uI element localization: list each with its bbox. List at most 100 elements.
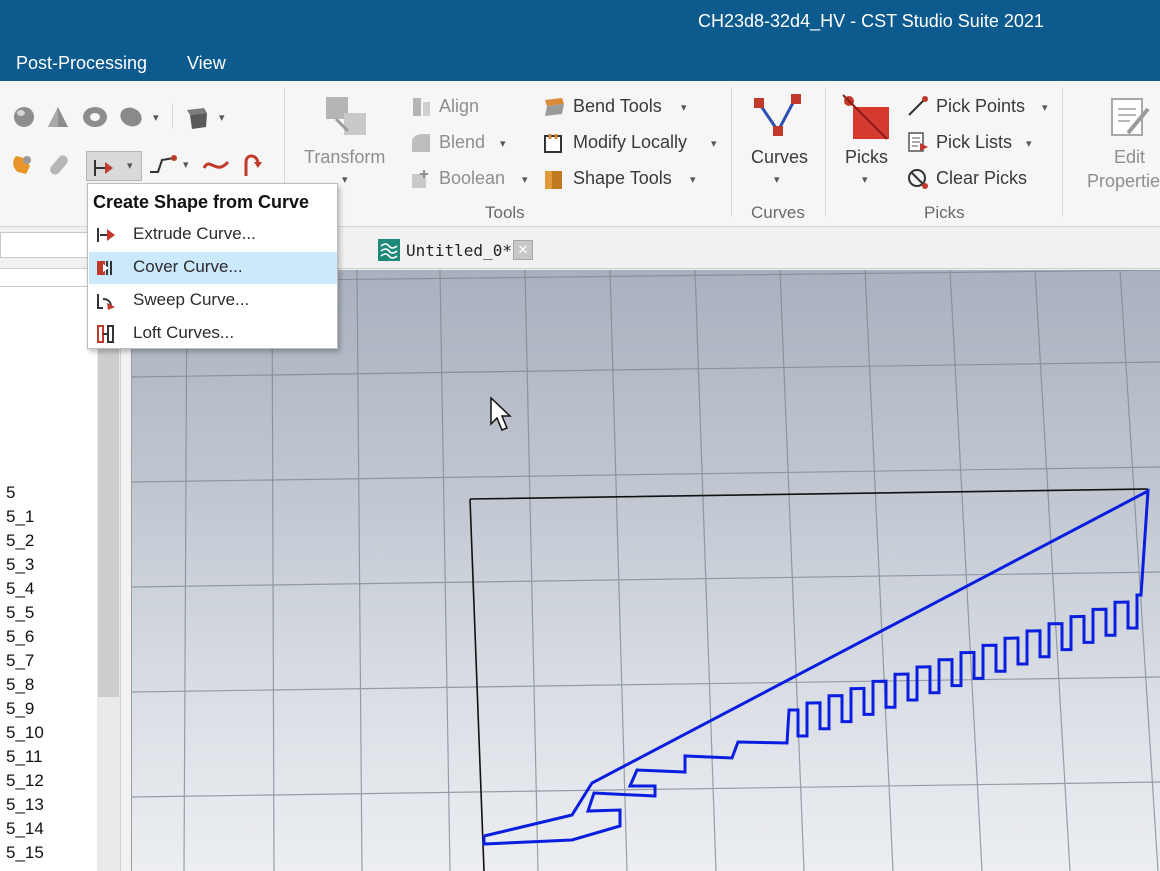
divider	[172, 103, 173, 129]
pick-points-dropdown-icon[interactable]: ▾	[1042, 101, 1048, 114]
cylinder-tool-icon[interactable]	[46, 152, 72, 183]
curve-tool-dropdown-icon[interactable]: ▾	[183, 158, 189, 171]
torus-icon[interactable]	[82, 105, 108, 134]
transform-label[interactable]: Transform	[304, 147, 385, 168]
blend-label[interactable]: Blend	[439, 132, 485, 153]
spline-icon[interactable]	[201, 152, 231, 183]
tree-item[interactable]: 5_13	[6, 795, 44, 815]
tree-scrollbar[interactable]	[97, 287, 120, 871]
tree-item[interactable]: 5_14	[6, 819, 44, 839]
blend-icon[interactable]	[410, 132, 432, 159]
cone-icon[interactable]	[46, 105, 70, 134]
tree-item[interactable]: 5_8	[6, 675, 34, 695]
extrude-shape-icon[interactable]	[184, 105, 210, 136]
tree-item[interactable]: 5_6	[6, 627, 34, 647]
grid-line	[694, 270, 717, 871]
pick-lists-label[interactable]: Pick Lists	[936, 132, 1012, 153]
pick-points-label[interactable]: Pick Points	[936, 96, 1025, 117]
tree-item[interactable]: 5_2	[6, 531, 34, 551]
curves-button-label[interactable]: Curves	[751, 147, 808, 168]
shape-from-curve-button[interactable]: ▾	[86, 151, 142, 181]
grid-line	[132, 571, 1160, 588]
align-label[interactable]: Align	[439, 96, 479, 117]
menu-item-label: Cover Curve...	[133, 257, 243, 276]
menu-header: Create Shape from Curve	[93, 192, 310, 212]
curves-icon[interactable]	[751, 91, 805, 144]
modify-locally-dropdown-icon[interactable]: ▾	[711, 137, 717, 150]
menu-item-label: Loft Curves...	[133, 323, 235, 342]
transform-dropdown-icon[interactable]: ▾	[342, 173, 348, 186]
curves-dropdown-icon[interactable]: ▾	[774, 173, 780, 186]
grid-line	[524, 270, 539, 871]
grid-line	[1034, 270, 1071, 871]
menu-item-extrude-curve[interactable]: Extrude Curve...	[89, 219, 337, 251]
shape-from-curve-caret-icon: ▾	[127, 160, 133, 172]
grid-line	[132, 466, 1160, 483]
grid-line	[132, 676, 1160, 693]
boolean-icon[interactable]	[410, 168, 432, 195]
clear-picks-icon[interactable]	[906, 167, 930, 196]
boolean-label[interactable]: Boolean	[439, 168, 505, 189]
shape-tools-label[interactable]: Shape Tools	[573, 168, 672, 189]
sphere-icon[interactable]	[12, 105, 36, 134]
shape-tools-dropdown-icon[interactable]: ▾	[690, 173, 696, 186]
extrude-dropdown-icon[interactable]: ▾	[219, 111, 225, 124]
divider	[825, 87, 826, 217]
blend-dropdown-icon[interactable]: ▾	[500, 137, 506, 150]
pick-face-icon[interactable]	[10, 152, 36, 183]
tree-item[interactable]: 5_9	[6, 699, 34, 719]
boolean-dropdown-icon[interactable]: ▾	[522, 173, 528, 186]
grid-line	[271, 270, 275, 871]
picks-button-label[interactable]: Picks	[845, 147, 888, 168]
close-tab-icon[interactable]: ✕	[513, 240, 533, 260]
tree-item[interactable]: 5	[6, 483, 15, 503]
tree-item[interactable]: 5_12	[6, 771, 44, 791]
cst-studio-window: CH23d8-32d4_HV - CST Studio Suite 2021 P…	[0, 0, 1160, 871]
picks-icon[interactable]	[841, 93, 893, 146]
modify-locally-icon[interactable]	[542, 131, 566, 160]
pick-lists-icon[interactable]	[906, 131, 930, 158]
trace-icon[interactable]	[240, 150, 266, 183]
edit-properties-line1[interactable]: Edit	[1114, 147, 1145, 168]
sweep-curve-icon	[95, 291, 117, 311]
tree-item[interactable]: 5_10	[6, 723, 44, 743]
transform-icon[interactable]	[322, 93, 372, 144]
picks-group-label: Picks	[924, 203, 965, 222]
document-tab-label: Untitled_0*	[406, 241, 512, 260]
tree-item[interactable]: 5_7	[6, 651, 34, 671]
curve-tool-icon[interactable]	[146, 152, 180, 183]
edit-properties-line2[interactable]: Properties	[1087, 171, 1160, 192]
edit-properties-icon[interactable]	[1108, 95, 1154, 144]
bend-tools-icon[interactable]	[542, 94, 566, 123]
tree-item[interactable]: 5_11	[6, 747, 43, 767]
3d-viewport[interactable]	[132, 270, 1160, 871]
menu-item-sweep-curve[interactable]: Sweep Curve...	[89, 285, 337, 317]
align-icon[interactable]	[410, 95, 432, 124]
grid-line	[1119, 270, 1159, 871]
menu-item-loft-curves[interactable]: Loft Curves...	[89, 318, 337, 350]
tree-item[interactable]: 5_5	[6, 603, 34, 623]
tree-item[interactable]: 5_1	[6, 507, 34, 527]
picks-dropdown-icon[interactable]: ▾	[862, 173, 868, 186]
menu-post-processing[interactable]: Post-Processing	[16, 53, 147, 74]
viewport-canvas[interactable]	[132, 270, 1160, 871]
menu-item-label: Sweep Curve...	[133, 290, 250, 309]
grid-line	[356, 270, 363, 871]
curves-group-label: Curves	[751, 203, 805, 222]
ellipsoid-icon[interactable]	[118, 105, 144, 134]
bend-tools-dropdown-icon[interactable]: ▾	[681, 101, 687, 114]
menu-view[interactable]: View	[187, 53, 226, 74]
pick-points-icon[interactable]	[906, 95, 930, 122]
menu-item-cover-curve[interactable]: Cover Curve...	[89, 252, 337, 284]
pane-splitter[interactable]	[120, 269, 132, 871]
tree-item[interactable]: 5_15	[6, 843, 44, 863]
shape-tools-icon[interactable]	[542, 167, 566, 196]
tree-item[interactable]: 5_4	[6, 579, 34, 599]
pick-lists-dropdown-icon[interactable]: ▾	[1026, 137, 1032, 150]
grid-line	[132, 361, 1160, 378]
modify-locally-label[interactable]: Modify Locally	[573, 132, 687, 153]
clear-picks-label[interactable]: Clear Picks	[936, 168, 1027, 189]
shapes-dropdown-icon[interactable]: ▾	[153, 111, 159, 124]
tree-item[interactable]: 5_3	[6, 555, 34, 575]
bend-tools-label[interactable]: Bend Tools	[573, 96, 662, 117]
